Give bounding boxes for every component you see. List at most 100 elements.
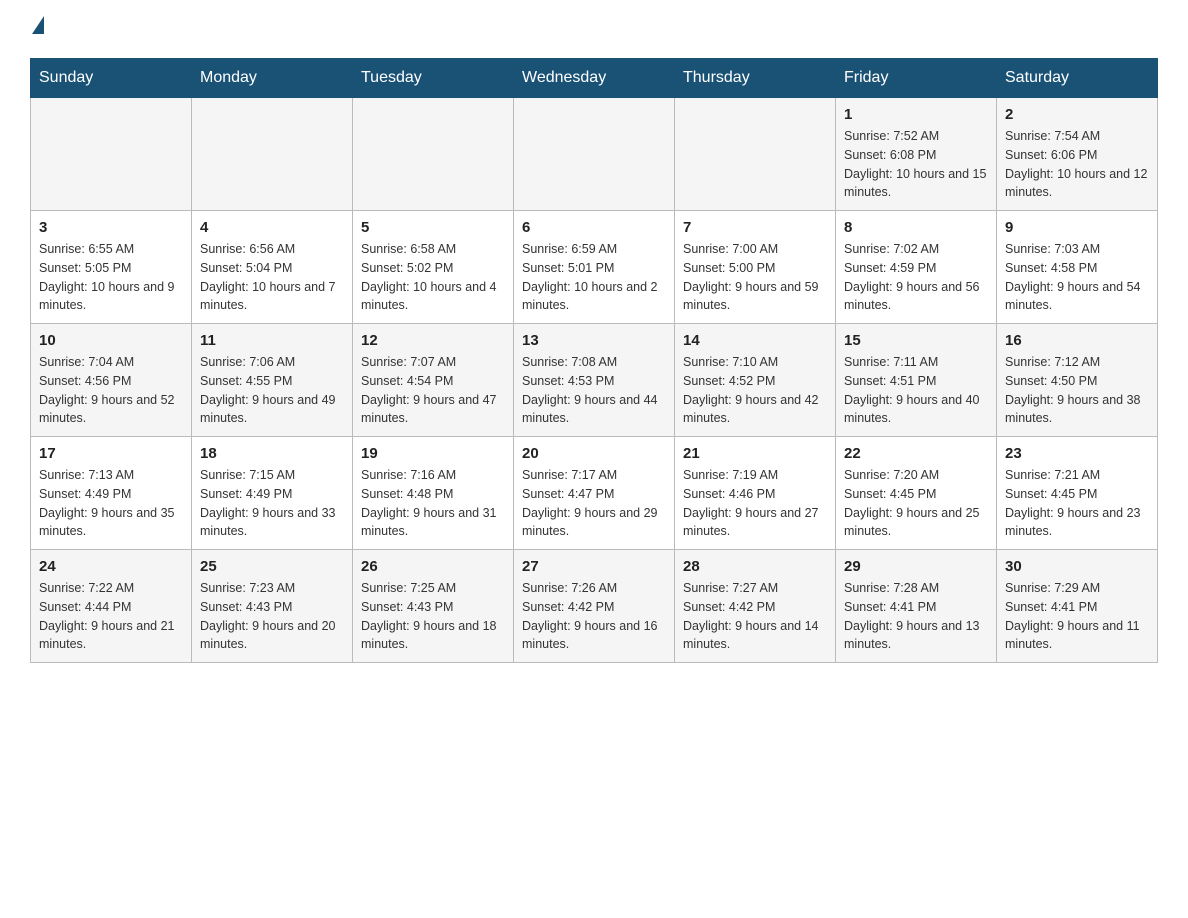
day-number: 6 <box>522 219 666 236</box>
calendar-cell <box>675 98 836 211</box>
day-number: 2 <box>1005 106 1149 123</box>
calendar-cell: 7 Sunrise: 7:00 AM Sunset: 5:00 PM Daylig… <box>675 211 836 324</box>
day-info: Sunrise: 7:20 AM Sunset: 4:45 PM Dayligh… <box>844 466 988 541</box>
day-info: Sunrise: 7:25 AM Sunset: 4:43 PM Dayligh… <box>361 579 505 654</box>
day-number: 22 <box>844 445 988 462</box>
day-number: 18 <box>200 445 344 462</box>
day-info: Sunrise: 7:12 AM Sunset: 4:50 PM Dayligh… <box>1005 353 1149 428</box>
day-info: Sunrise: 6:56 AM Sunset: 5:04 PM Dayligh… <box>200 240 344 315</box>
calendar-cell: 8Sunrise: 7:02 AM Sunset: 4:59 PM Daylig… <box>836 211 997 324</box>
day-info: Sunrise: 7:54 AM Sunset: 6:06 PM Dayligh… <box>1005 127 1149 202</box>
day-number: 16 <box>1005 332 1149 349</box>
day-info: Sunrise: 7:28 AM Sunset: 4:41 PM Dayligh… <box>844 579 988 654</box>
weekday-header-thursday: Thursday <box>675 59 836 98</box>
day-info: Sunrise: 7:13 AM Sunset: 4:49 PM Dayligh… <box>39 466 183 541</box>
day-info: Sunrise: 7:52 AM Sunset: 6:08 PM Dayligh… <box>844 127 988 202</box>
day-info: Sunrise: 7:06 AM Sunset: 4:55 PM Dayligh… <box>200 353 344 428</box>
calendar-table: SundayMondayTuesdayWednesdayThursdayFrid… <box>30 58 1158 663</box>
logo <box>30 20 44 38</box>
calendar-cell: 24 Sunrise: 7:22 AM Sunset: 4:44 PM Dayli… <box>31 550 192 663</box>
calendar-cell: 19Sunrise: 7:16 AM Sunset: 4:48 PM Dayli… <box>353 437 514 550</box>
day-info: Sunrise: 7:03 AM Sunset: 4:58 PM Dayligh… <box>1005 240 1149 315</box>
day-number: 21 <box>683 445 827 462</box>
weekday-header-friday: Friday <box>836 59 997 98</box>
day-info: Sunrise: 7:26 AM Sunset: 4:42 PM Dayligh… <box>522 579 666 654</box>
day-number: 4 <box>200 219 344 236</box>
page-header <box>30 20 1158 38</box>
day-number: 29 <box>844 558 988 575</box>
calendar-week-row: 3Sunrise: 6:55 AM Sunset: 5:05 PM Daylig… <box>31 211 1158 324</box>
day-number: 8 <box>844 219 988 236</box>
calendar-cell: 12 Sunrise: 7:07 AM Sunset: 4:54 PM Dayli… <box>353 324 514 437</box>
day-number: 13 <box>522 332 666 349</box>
day-info: Sunrise: 7:15 AM Sunset: 4:49 PM Dayligh… <box>200 466 344 541</box>
calendar-cell: 17 Sunrise: 7:13 AM Sunset: 4:49 PM Dayli… <box>31 437 192 550</box>
day-info: Sunrise: 7:23 AM Sunset: 4:43 PM Dayligh… <box>200 579 344 654</box>
day-info: Sunrise: 7:27 AM Sunset: 4:42 PM Dayligh… <box>683 579 827 654</box>
day-info: Sunrise: 7:17 AM Sunset: 4:47 PM Dayligh… <box>522 466 666 541</box>
day-number: 7 <box>683 219 827 236</box>
weekday-header-wednesday: Wednesday <box>514 59 675 98</box>
weekday-header-sunday: Sunday <box>31 59 192 98</box>
day-info: Sunrise: 7:21 AM Sunset: 4:45 PM Dayligh… <box>1005 466 1149 541</box>
weekday-header-tuesday: Tuesday <box>353 59 514 98</box>
day-info: Sunrise: 7:16 AM Sunset: 4:48 PM Dayligh… <box>361 466 505 541</box>
calendar-cell: 16 Sunrise: 7:12 AM Sunset: 4:50 PM Dayli… <box>997 324 1158 437</box>
calendar-cell <box>31 98 192 211</box>
day-number: 12 <box>361 332 505 349</box>
day-number: 20 <box>522 445 666 462</box>
day-info: Sunrise: 7:04 AM Sunset: 4:56 PM Dayligh… <box>39 353 183 428</box>
calendar-cell: 15Sunrise: 7:11 AM Sunset: 4:51 PM Dayli… <box>836 324 997 437</box>
logo-triangle-icon <box>32 16 44 34</box>
day-number: 26 <box>361 558 505 575</box>
weekday-header-saturday: Saturday <box>997 59 1158 98</box>
calendar-cell: 23 Sunrise: 7:21 AM Sunset: 4:45 PM Dayli… <box>997 437 1158 550</box>
calendar-header-row: SundayMondayTuesdayWednesdayThursdayFrid… <box>31 59 1158 98</box>
day-number: 25 <box>200 558 344 575</box>
day-info: Sunrise: 7:07 AM Sunset: 4:54 PM Dayligh… <box>361 353 505 428</box>
day-info: Sunrise: 6:55 AM Sunset: 5:05 PM Dayligh… <box>39 240 183 315</box>
day-number: 30 <box>1005 558 1149 575</box>
day-number: 10 <box>39 332 183 349</box>
calendar-week-row: 24 Sunrise: 7:22 AM Sunset: 4:44 PM Dayli… <box>31 550 1158 663</box>
calendar-cell: 18 Sunrise: 7:15 AM Sunset: 4:49 PM Dayli… <box>192 437 353 550</box>
calendar-cell: 2 Sunrise: 7:54 AM Sunset: 6:06 PM Daylig… <box>997 98 1158 211</box>
day-number: 11 <box>200 332 344 349</box>
day-info: Sunrise: 7:08 AM Sunset: 4:53 PM Dayligh… <box>522 353 666 428</box>
day-info: Sunrise: 6:59 AM Sunset: 5:01 PM Dayligh… <box>522 240 666 315</box>
calendar-week-row: 1Sunrise: 7:52 AM Sunset: 6:08 PM Daylig… <box>31 98 1158 211</box>
calendar-cell: 9 Sunrise: 7:03 AM Sunset: 4:58 PM Daylig… <box>997 211 1158 324</box>
calendar-cell: 3Sunrise: 6:55 AM Sunset: 5:05 PM Daylig… <box>31 211 192 324</box>
calendar-cell: 25 Sunrise: 7:23 AM Sunset: 4:43 PM Dayli… <box>192 550 353 663</box>
day-info: Sunrise: 7:29 AM Sunset: 4:41 PM Dayligh… <box>1005 579 1149 654</box>
calendar-cell: 1Sunrise: 7:52 AM Sunset: 6:08 PM Daylig… <box>836 98 997 211</box>
day-info: Sunrise: 6:58 AM Sunset: 5:02 PM Dayligh… <box>361 240 505 315</box>
day-info: Sunrise: 7:00 AM Sunset: 5:00 PM Dayligh… <box>683 240 827 315</box>
calendar-cell: 11 Sunrise: 7:06 AM Sunset: 4:55 PM Dayli… <box>192 324 353 437</box>
day-number: 14 <box>683 332 827 349</box>
calendar-cell <box>514 98 675 211</box>
calendar-cell: 22 Sunrise: 7:20 AM Sunset: 4:45 PM Dayli… <box>836 437 997 550</box>
calendar-cell: 14Sunrise: 7:10 AM Sunset: 4:52 PM Dayli… <box>675 324 836 437</box>
calendar-cell: 27 Sunrise: 7:26 AM Sunset: 4:42 PM Dayli… <box>514 550 675 663</box>
day-info: Sunrise: 7:19 AM Sunset: 4:46 PM Dayligh… <box>683 466 827 541</box>
day-number: 15 <box>844 332 988 349</box>
calendar-cell: 13 Sunrise: 7:08 AM Sunset: 4:53 PM Dayli… <box>514 324 675 437</box>
day-info: Sunrise: 7:22 AM Sunset: 4:44 PM Dayligh… <box>39 579 183 654</box>
calendar-cell: 28Sunrise: 7:27 AM Sunset: 4:42 PM Dayli… <box>675 550 836 663</box>
day-number: 17 <box>39 445 183 462</box>
day-number: 24 <box>39 558 183 575</box>
calendar-cell: 29 Sunrise: 7:28 AM Sunset: 4:41 PM Dayli… <box>836 550 997 663</box>
calendar-cell: 10 Sunrise: 7:04 AM Sunset: 4:56 PM Dayli… <box>31 324 192 437</box>
calendar-cell: 20 Sunrise: 7:17 AM Sunset: 4:47 PM Dayli… <box>514 437 675 550</box>
calendar-cell: 5Sunrise: 6:58 AM Sunset: 5:02 PM Daylig… <box>353 211 514 324</box>
calendar-cell: 30 Sunrise: 7:29 AM Sunset: 4:41 PM Dayli… <box>997 550 1158 663</box>
day-number: 27 <box>522 558 666 575</box>
calendar-cell: 6 Sunrise: 6:59 AM Sunset: 5:01 PM Daylig… <box>514 211 675 324</box>
day-number: 9 <box>1005 219 1149 236</box>
calendar-cell: 26 Sunrise: 7:25 AM Sunset: 4:43 PM Dayli… <box>353 550 514 663</box>
calendar-cell <box>353 98 514 211</box>
calendar-cell: 4 Sunrise: 6:56 AM Sunset: 5:04 PM Daylig… <box>192 211 353 324</box>
calendar-cell: 21 Sunrise: 7:19 AM Sunset: 4:46 PM Dayli… <box>675 437 836 550</box>
day-number: 23 <box>1005 445 1149 462</box>
